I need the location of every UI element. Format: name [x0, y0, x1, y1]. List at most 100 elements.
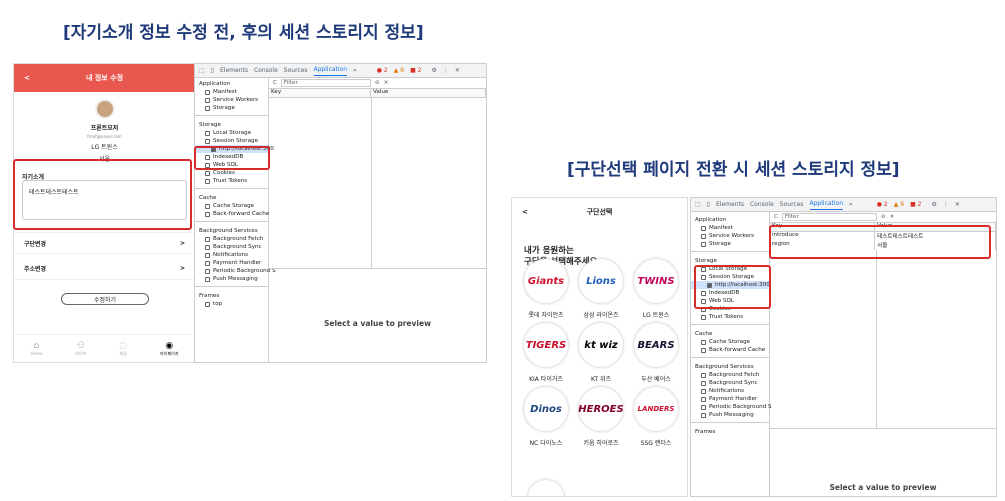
nav-home-label: Home [30, 351, 43, 356]
team-logo-7[interactable]: Dinos [524, 387, 568, 431]
tab-application[interactable]: Application [809, 200, 844, 210]
gear-icon[interactable]: ⚙ [431, 67, 436, 74]
column-value[interactable]: Value [371, 89, 486, 97]
sidebar-item-service-workers[interactable]: Service Workers [691, 232, 769, 240]
refresh-icon[interactable]: C [273, 80, 277, 86]
tab-sources[interactable]: Sources [284, 67, 308, 74]
sidebar-item-push[interactable]: Push Messaging [195, 275, 268, 283]
sidebar-item-periodic[interactable]: Periodic Background S [691, 403, 772, 411]
sidebar-item-bfcache[interactable]: Back-forward Cache [691, 346, 769, 354]
team-logo-2[interactable]: Lions [579, 259, 623, 303]
team-name-8[interactable]: 키움 히어로즈 [571, 438, 631, 447]
device-icon[interactable]: ▯ [211, 67, 214, 74]
team-name-6[interactable]: 두산 베어스 [626, 374, 686, 383]
more-tabs[interactable]: » [353, 67, 357, 74]
tab-sources[interactable]: Sources [780, 201, 804, 208]
delete-icon[interactable]: ✕ [384, 80, 389, 86]
sidebar-item-cookies[interactable]: Cookies [195, 169, 268, 177]
cloud-icon [701, 412, 706, 418]
team-name-7[interactable]: NC 다이노스 [516, 438, 576, 447]
sidebar-item-bg-fetch[interactable]: Background Fetch [195, 235, 268, 243]
grid-icon [205, 130, 210, 136]
warning-count[interactable]: ▲ 6 [394, 67, 404, 74]
refresh-icon[interactable]: C [774, 214, 778, 220]
team-logo-9[interactable]: LANDERS [634, 387, 678, 431]
inspect-icon[interactable]: ⬚ [695, 201, 701, 208]
sidebar-item-frame-top[interactable]: top [195, 300, 268, 308]
change-team-row[interactable]: 구단변경 > [14, 232, 195, 254]
tab-application[interactable]: Application [313, 66, 348, 76]
back-button[interactable]: < [24, 74, 30, 82]
sidebar-item-label: Cookies [213, 170, 235, 176]
delete-icon[interactable]: ✕ [890, 214, 895, 220]
tab-elements[interactable]: Elements [716, 201, 744, 208]
nav-mypage[interactable]: ◉ 마이페이지 [160, 341, 178, 357]
nav-chat[interactable]: ◌ 채팅 [119, 341, 127, 357]
sidebar-item-session-storage[interactable]: Session Storage [195, 137, 268, 145]
clear-icon[interactable]: ⊘ [881, 214, 886, 220]
sidebar-item-local-storage[interactable]: Local Storage [195, 129, 268, 137]
kebab-icon[interactable]: ⋮ [443, 67, 449, 74]
close-icon[interactable]: ✕ [955, 201, 960, 208]
filter-input[interactable]: Filter [280, 79, 371, 87]
sidebar-item-payment[interactable]: Payment Handler [691, 395, 769, 403]
sidebar-item-service-workers[interactable]: Service Workers [195, 96, 268, 104]
sidebar-item-storage[interactable]: Storage [195, 104, 268, 112]
issue-count[interactable]: ■ 2 [910, 201, 921, 208]
team-logo-8[interactable]: HEROES [578, 387, 624, 431]
filter-input[interactable]: Filter [781, 213, 877, 221]
sidebar-item-cache-storage[interactable]: Cache Storage [691, 338, 769, 346]
avatar[interactable] [94, 99, 115, 119]
sidebar-item-cache-storage[interactable]: Cache Storage [195, 202, 268, 210]
nav-home[interactable]: ⌂ Home [30, 341, 42, 356]
sidebar-item-notifications[interactable]: Notifications [195, 251, 268, 259]
sidebar-item-label: Notifications [213, 252, 249, 258]
error-count[interactable]: ● 2 [377, 67, 388, 74]
tab-console[interactable]: Console [254, 67, 278, 74]
column-key[interactable]: Key [269, 89, 371, 97]
team-name-2[interactable]: 삼성 라이온즈 [571, 310, 631, 319]
back-button[interactable]: < [522, 208, 528, 216]
sidebar-item-manifest[interactable]: Manifest [691, 224, 769, 232]
sidebar-item-label: Push Messaging [213, 276, 258, 282]
sidebar-item-manifest[interactable]: Manifest [195, 88, 268, 96]
sidebar-item-bg-sync[interactable]: Background Sync [195, 243, 268, 251]
close-icon[interactable]: ✕ [455, 67, 460, 74]
sidebar-item-bg-sync[interactable]: Background Sync [691, 379, 769, 387]
team-logo-4[interactable]: TIGERS [524, 323, 568, 367]
more-tabs[interactable]: » [849, 201, 853, 208]
sidebar-item-bfcache[interactable]: Back-forward Cache [195, 210, 269, 218]
sidebar-item-bg-fetch[interactable]: Background Fetch [691, 371, 769, 379]
kebab-icon[interactable]: ⋮ [943, 201, 949, 208]
team-logo-5[interactable]: kt wiz [579, 323, 623, 367]
issue-count[interactable]: ■ 2 [410, 67, 421, 74]
change-address-row[interactable]: 주소변경 > [14, 258, 195, 280]
sidebar-item-trust-tokens[interactable]: Trust Tokens [195, 177, 268, 185]
team-name-3[interactable]: LG 트윈스 [626, 310, 686, 319]
team-name-9[interactable]: SSG 랜더스 [626, 438, 686, 447]
team-logo-6[interactable]: BEARS [634, 323, 678, 367]
clear-icon[interactable]: ⊘ [375, 80, 380, 86]
inspect-icon[interactable]: ⬚ [199, 67, 205, 74]
warning-count[interactable]: ▲ 6 [894, 201, 904, 208]
gear-icon[interactable]: ⚙ [931, 201, 936, 208]
profile-header: < 내 정보 수정 [14, 64, 195, 92]
team-name-5[interactable]: KT 위즈 [571, 374, 631, 383]
team-logo-3[interactable]: TWINS [634, 259, 678, 303]
team-name-1[interactable]: 롯데 자이언츠 [516, 310, 576, 319]
sidebar-item-storage[interactable]: Storage [691, 240, 769, 248]
sidebar-item-push[interactable]: Push Messaging [691, 411, 769, 419]
sidebar-item-trust-tokens[interactable]: Trust Tokens [691, 313, 769, 321]
device-icon[interactable]: ▯ [707, 201, 710, 208]
nav-live[interactable]: ⚇ 라이브 [75, 341, 86, 357]
tab-elements[interactable]: Elements [220, 67, 248, 74]
team-name-4[interactable]: KIA 타이거즈 [516, 374, 576, 383]
sidebar-item-notifications[interactable]: Notifications [691, 387, 769, 395]
sidebar-item-payment[interactable]: Payment Handler [195, 259, 268, 267]
sidebar-item-periodic[interactable]: Periodic Background S [195, 267, 276, 275]
submit-button[interactable]: 수정하기 [61, 293, 149, 305]
error-count[interactable]: ● 2 [877, 201, 888, 208]
sidebar-item-label: Local Storage [213, 130, 252, 136]
team-logo-1[interactable]: Giants [524, 259, 568, 303]
tab-console[interactable]: Console [750, 201, 774, 208]
